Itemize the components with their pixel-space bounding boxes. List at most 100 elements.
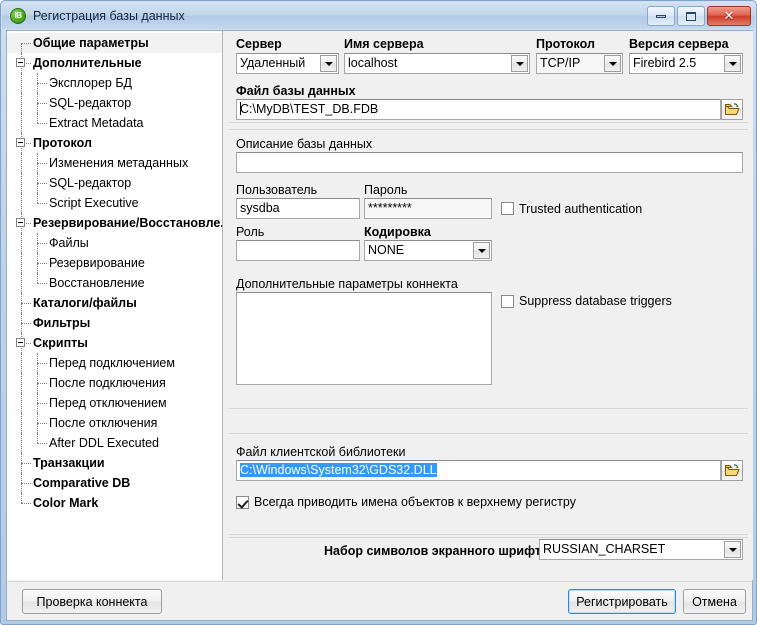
tree-connector <box>37 383 47 384</box>
test-connection-button[interactable]: Проверка коннекта <box>22 589 162 614</box>
tree-item-21[interactable]: Транзакции <box>7 453 222 473</box>
tree-item-label: Резервирование/Восстановле... <box>33 216 223 230</box>
tree-spine <box>21 353 22 373</box>
chevron-down-icon[interactable] <box>724 541 741 558</box>
window-title: Регистрация базы данных <box>33 8 185 23</box>
tree-spine <box>21 313 22 333</box>
protocol-value: TCP/IP <box>540 56 581 70</box>
checkbox-icon[interactable] <box>501 202 514 215</box>
checkbox-icon[interactable] <box>501 294 514 308</box>
db-file-label: Файл базы данных <box>236 84 356 98</box>
password-label: Пароль <box>364 183 408 197</box>
uppercase-names-checkbox[interactable]: Всегда приводить имена объектов к верхне… <box>236 493 576 511</box>
extra-params-textarea[interactable] <box>236 292 492 385</box>
tree-connector <box>37 403 47 404</box>
register-button[interactable]: Регистрировать <box>568 589 676 614</box>
checkbox-icon[interactable] <box>236 495 249 509</box>
chevron-down-icon[interactable] <box>473 242 490 259</box>
tree-connector <box>37 283 47 284</box>
server-combo[interactable]: Удаленный <box>236 53 339 74</box>
tree-item-17[interactable]: После подключения <box>7 373 222 393</box>
chevron-down-icon[interactable] <box>604 55 621 72</box>
dialog-client-area: Общие параметры Дополнительные Эксплорер Б… <box>6 30 753 621</box>
cancel-button[interactable]: Отмена <box>683 589 746 614</box>
tree-connector <box>21 503 31 504</box>
tree-spine <box>37 193 38 203</box>
settings-tree[interactable]: Общие параметры Дополнительные Эксплорер Б… <box>7 31 223 580</box>
tree-item-2[interactable]: Эксплорер БД <box>7 73 222 93</box>
tree-item-label: Скрипты <box>33 336 88 350</box>
tree-item-18[interactable]: Перед отключением <box>7 393 222 413</box>
user-input[interactable]: sysdba <box>236 198 360 219</box>
tree-item-7[interactable]: SQL-редактор <box>7 173 222 193</box>
tree-item-19[interactable]: После отключения <box>7 413 222 433</box>
tree-collapse-icon[interactable] <box>16 138 25 147</box>
tree-item-23[interactable]: Color Mark <box>7 493 222 513</box>
tree-item-8[interactable]: Script Executive <box>7 193 222 213</box>
tree-item-label: Эксплорер БД <box>49 76 132 90</box>
tree-collapse-icon[interactable] <box>16 58 25 67</box>
maximize-button[interactable] <box>677 6 705 26</box>
tree-spine <box>21 73 22 93</box>
tree-connector <box>37 183 47 184</box>
chevron-down-icon[interactable] <box>724 55 741 72</box>
tree-connector <box>37 83 47 84</box>
tree-spine <box>21 43 22 53</box>
trusted-authentication-checkbox[interactable]: Trusted authentication <box>501 198 642 219</box>
tree-item-11[interactable]: Резервирование <box>7 253 222 273</box>
trusted-authentication-label: Trusted authentication <box>519 201 643 216</box>
server-version-combo[interactable]: Firebird 2.5 <box>629 53 743 74</box>
db-description-input[interactable] <box>236 152 743 173</box>
server-label: Сервер <box>236 37 282 51</box>
server-name-combo[interactable]: localhost <box>344 53 530 74</box>
charset-value: NONE <box>368 243 405 257</box>
tree-item-6[interactable]: Изменения метаданных <box>7 153 222 173</box>
tree-connector <box>37 163 47 164</box>
tree-item-5[interactable]: Протокол <box>7 133 222 153</box>
close-button[interactable]: ✕ <box>707 6 751 26</box>
db-file-browse-button[interactable] <box>721 99 743 120</box>
tree-spine <box>37 173 38 193</box>
password-input[interactable]: ********* <box>364 198 492 219</box>
minimize-icon <box>656 14 666 18</box>
tree-item-22[interactable]: Comparative DB <box>7 473 222 493</box>
tree-collapse-icon[interactable] <box>16 338 25 347</box>
tree-spine <box>37 113 38 123</box>
tree-item-9[interactable]: Резервирование/Восстановле... <box>7 213 222 233</box>
tree-item-10[interactable]: Файлы <box>7 233 222 253</box>
tree-item-label: Перед подключением <box>49 356 175 370</box>
tree-item-14[interactable]: Фильтры <box>7 313 222 333</box>
tree-spine <box>37 253 38 273</box>
tree-item-16[interactable]: Перед подключением <box>7 353 222 373</box>
password-value: ********* <box>368 201 412 215</box>
chevron-down-icon[interactable] <box>320 55 337 72</box>
db-file-input[interactable]: C:\MyDB\TEST_DB.FDB <box>236 99 721 120</box>
tree-spine <box>37 353 38 373</box>
tree-item-20[interactable]: After DDL Executed <box>7 433 222 453</box>
tree-item-1[interactable]: Дополнительные <box>7 53 222 73</box>
role-input[interactable] <box>236 240 360 261</box>
tree-collapse-icon[interactable] <box>16 218 25 227</box>
tree-spine <box>21 233 22 253</box>
maximize-icon <box>686 11 696 21</box>
tree-item-13[interactable]: Каталоги/файлы <box>7 293 222 313</box>
tree-item-label: SQL-редактор <box>49 176 132 190</box>
suppress-triggers-checkbox[interactable]: Suppress database triggers <box>501 292 672 310</box>
chevron-down-icon[interactable] <box>511 55 528 72</box>
tree-item-3[interactable]: SQL-редактор <box>7 93 222 113</box>
minimize-button[interactable] <box>647 6 675 26</box>
charset-combo[interactable]: NONE <box>364 240 492 261</box>
tree-item-0[interactable]: Общие параметры <box>7 33 222 53</box>
tree-item-4[interactable]: Extract Metadata <box>7 113 222 133</box>
tree-item-label: Восстановление <box>49 276 145 290</box>
client-library-browse-button[interactable] <box>721 460 743 481</box>
protocol-combo[interactable]: TCP/IP <box>536 53 623 74</box>
server-name-value: localhost <box>348 56 398 70</box>
tree-item-12[interactable]: Восстановление <box>7 273 222 293</box>
tree-spine <box>37 93 38 113</box>
tree-item-label: Общие параметры <box>33 36 149 50</box>
tree-item-15[interactable]: Скрипты <box>7 333 222 353</box>
screen-charset-combo[interactable]: RUSSIAN_CHARSET <box>539 539 743 560</box>
tree-spine <box>37 413 38 433</box>
client-library-input[interactable]: C:\Windows\System32\GDS32.DLL <box>236 460 721 481</box>
